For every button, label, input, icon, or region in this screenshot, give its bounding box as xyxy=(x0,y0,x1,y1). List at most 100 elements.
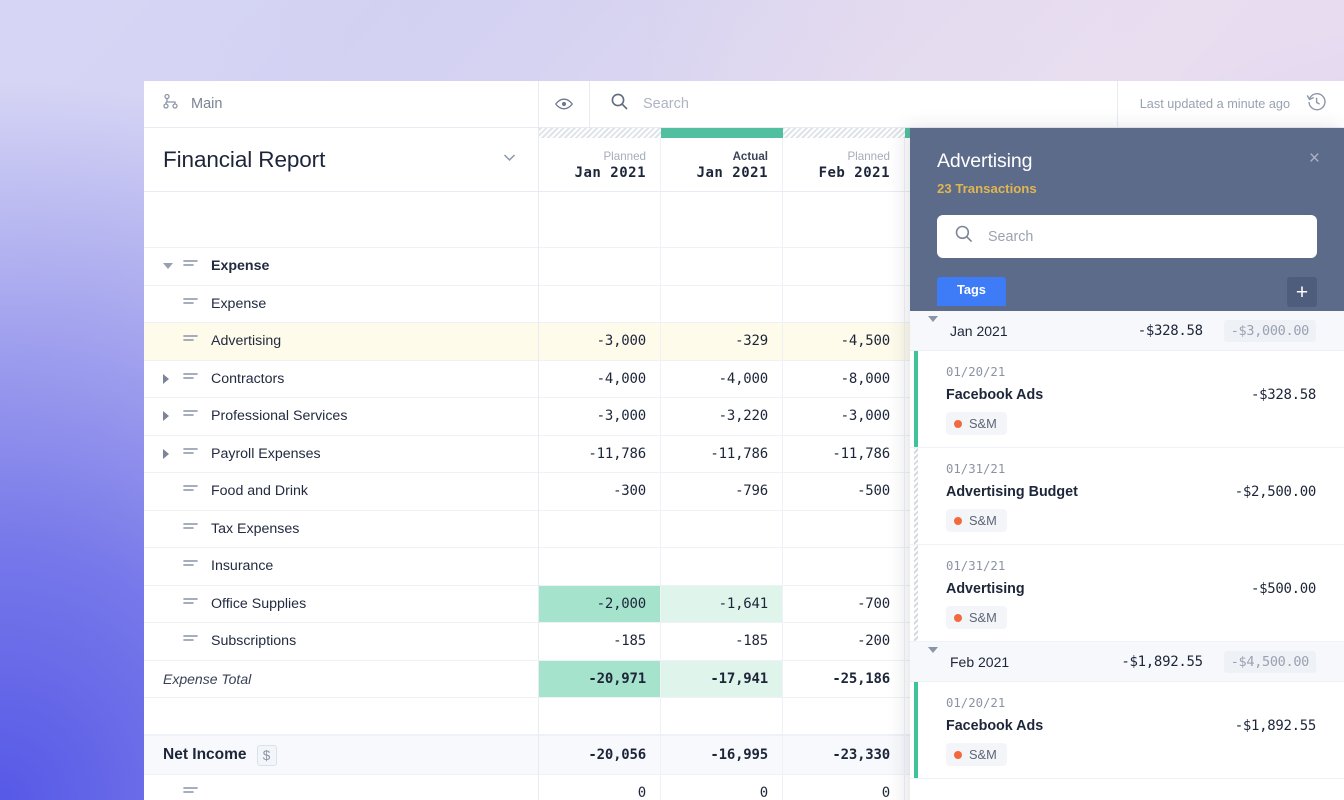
grid-cell[interactable]: -17,941 xyxy=(661,660,783,697)
table-row[interactable]: Insurance xyxy=(144,548,538,586)
grid-cell[interactable] xyxy=(783,248,905,285)
row-label: Office Supplies xyxy=(211,595,307,612)
plus-icon[interactable]: + xyxy=(1287,277,1317,307)
grid-cell[interactable] xyxy=(661,510,783,547)
transaction-group-header[interactable]: Feb 2021 -$1,892.55 -$4,500.00 xyxy=(910,642,1344,682)
table-row[interactable]: Expense Total xyxy=(144,661,538,698)
grid-cell[interactable] xyxy=(539,548,661,585)
grid-cell[interactable]: -200 xyxy=(783,623,905,660)
tab-tags[interactable]: Tags xyxy=(937,277,1006,306)
grid-cell[interactable]: -11,786 xyxy=(539,435,661,472)
grid-cell[interactable]: -3,000 xyxy=(539,398,661,435)
grid-cell[interactable]: -300 xyxy=(539,473,661,510)
grid-cell[interactable]: -11,786 xyxy=(783,435,905,472)
table-row[interactable]: Net Income $ xyxy=(144,735,538,775)
column-header-1[interactable]: Actual Jan 2021 xyxy=(661,138,783,191)
transaction-tag[interactable]: S&M xyxy=(946,412,1007,435)
history-revert-icon[interactable] xyxy=(1306,91,1327,117)
grid-cell[interactable]: -3,220 xyxy=(661,398,783,435)
table-row[interactable]: Food and Drink xyxy=(144,473,538,511)
grid-cell[interactable]: -25,186 xyxy=(783,660,905,697)
row-label: Contractors xyxy=(211,370,285,387)
grid-cell[interactable]: -796 xyxy=(661,473,783,510)
grid-cell[interactable] xyxy=(783,285,905,322)
grid-cell[interactable] xyxy=(661,192,783,247)
column-accent-2 xyxy=(783,128,905,138)
grid-cell[interactable]: -16,995 xyxy=(661,736,783,774)
grid-cell[interactable]: -4,500 xyxy=(783,323,905,360)
table-row[interactable]: Tax Expenses xyxy=(144,511,538,548)
panel-search-input[interactable] xyxy=(988,228,1300,245)
eye-icon[interactable] xyxy=(539,81,590,128)
table-row[interactable]: Professional Services xyxy=(144,398,538,436)
column-header-0[interactable]: Planned Jan 2021 xyxy=(539,138,661,191)
grid-cell[interactable] xyxy=(661,285,783,322)
table-row[interactable]: Advertising xyxy=(144,323,538,361)
grid-cell[interactable] xyxy=(539,510,661,547)
table-row[interactable]: Office Supplies xyxy=(144,586,538,623)
grid-cell[interactable]: -185 xyxy=(661,623,783,660)
expand-toggle[interactable] xyxy=(163,411,183,422)
grid-cell[interactable] xyxy=(783,192,905,247)
grid-cell[interactable] xyxy=(783,510,905,547)
grid-cell[interactable]: -20,971 xyxy=(539,660,661,697)
grid-cell[interactable] xyxy=(661,248,783,285)
transaction-item[interactable]: 01/31/21 Advertising -$500.00 S&M xyxy=(910,545,1344,642)
grid-cell[interactable] xyxy=(783,698,905,734)
grid-cell[interactable]: 0 xyxy=(783,775,905,800)
grid-cell[interactable] xyxy=(539,285,661,322)
transaction-tag[interactable]: S&M xyxy=(946,509,1007,532)
grid-cell[interactable] xyxy=(539,248,661,285)
table-row[interactable]: Contractors xyxy=(144,361,538,398)
column-header-2[interactable]: Planned Feb 2021 xyxy=(783,138,905,191)
grid-cell[interactable]: -2,000 xyxy=(539,585,661,622)
collapse-toggle[interactable] xyxy=(163,263,183,270)
panel-search-bar[interactable] xyxy=(937,215,1317,258)
breadcrumb-label: Main xyxy=(191,96,223,112)
search-bar[interactable] xyxy=(590,81,1117,127)
grid-cell[interactable] xyxy=(539,698,661,734)
currency-badge[interactable]: $ xyxy=(256,744,277,766)
transaction-amount: -$2,500.00 xyxy=(1234,484,1317,500)
grid-cell[interactable]: -4,000 xyxy=(661,360,783,397)
grid-cell[interactable]: -8,000 xyxy=(783,360,905,397)
grid-cell[interactable]: -23,330 xyxy=(783,736,905,774)
grid-cell[interactable] xyxy=(539,192,661,247)
list-lines-icon xyxy=(183,296,198,312)
transaction-item[interactable]: 01/20/21 Facebook Ads -$328.58 S&M xyxy=(910,351,1344,448)
group-collapse-toggle[interactable] xyxy=(928,315,938,340)
grid-cell[interactable] xyxy=(661,548,783,585)
grid-cell[interactable] xyxy=(783,548,905,585)
grid-cell[interactable]: -329 xyxy=(661,323,783,360)
table-row[interactable]: Expense xyxy=(144,248,538,286)
transaction-item[interactable]: 01/31/21 Advertising Budget -$2,500.00 S… xyxy=(910,448,1344,545)
grid-cell[interactable]: -11,786 xyxy=(661,435,783,472)
transaction-group-header[interactable]: Jan 2021 -$328.58 -$3,000.00 xyxy=(910,311,1344,351)
transaction-list[interactable]: Jan 2021 -$328.58 -$3,000.00 01/20/21 Fa… xyxy=(910,311,1344,800)
transaction-tag[interactable]: S&M xyxy=(946,606,1007,629)
expand-toggle[interactable] xyxy=(163,373,183,384)
breadcrumb[interactable]: Main xyxy=(144,81,539,127)
grid-cell[interactable] xyxy=(661,698,783,734)
grid-cell[interactable]: 0 xyxy=(539,775,661,800)
chevron-down-icon[interactable] xyxy=(501,149,518,171)
grid-cell[interactable]: -20,056 xyxy=(539,736,661,774)
grid-cell[interactable]: -3,000 xyxy=(539,323,661,360)
grid-cell[interactable]: -3,000 xyxy=(783,398,905,435)
group-collapse-toggle[interactable] xyxy=(928,646,938,671)
transaction-tag[interactable]: S&M xyxy=(946,743,1007,766)
grid-cell[interactable]: -185 xyxy=(539,623,661,660)
table-row[interactable]: Payroll Expenses xyxy=(144,436,538,473)
search-input[interactable] xyxy=(643,96,1083,112)
table-row[interactable]: Subscriptions xyxy=(144,623,538,661)
grid-cell[interactable]: -700 xyxy=(783,585,905,622)
expand-toggle[interactable] xyxy=(163,448,183,459)
grid-cell[interactable]: -500 xyxy=(783,473,905,510)
grid-cell[interactable]: 0 xyxy=(661,775,783,800)
table-row[interactable]: Expense xyxy=(144,286,538,323)
grid-cell[interactable]: -4,000 xyxy=(539,360,661,397)
close-icon[interactable]: × xyxy=(1309,149,1320,168)
transaction-item[interactable]: 01/20/21 Facebook Ads -$1,892.55 S&M xyxy=(910,682,1344,779)
tag-label: S&M xyxy=(969,416,997,431)
grid-cell[interactable]: -1,641 xyxy=(661,585,783,622)
